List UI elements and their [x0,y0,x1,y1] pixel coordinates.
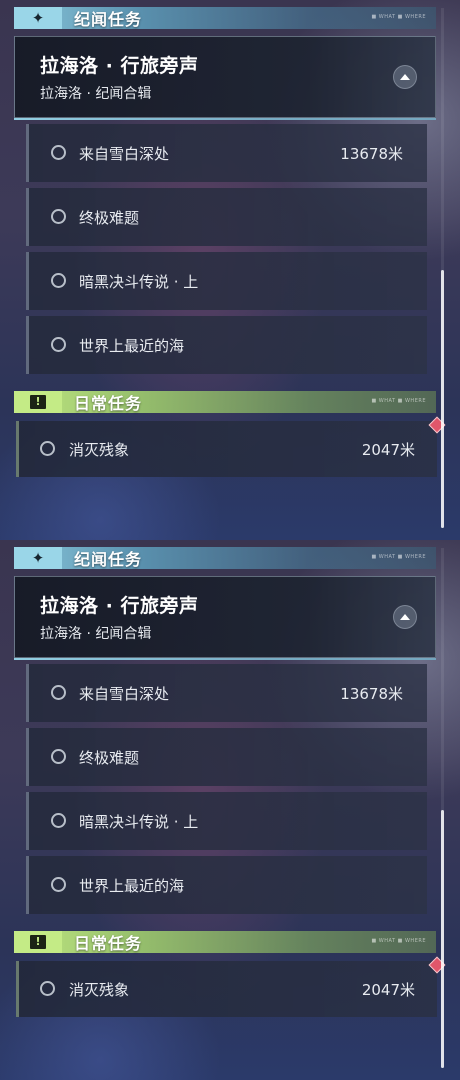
section-title: 纪闻任务 [74,550,143,569]
sub-quest-item[interactable]: 世界上最近的海 [26,856,427,914]
objective-circle-icon [51,209,66,224]
section-tag: ■ WHAT ■ WHERE [371,14,426,20]
section-tag: ■ WHAT ■ WHERE [371,398,426,404]
sub-quest-item[interactable]: 暗黑决斗传说 · 上 [26,792,427,850]
quest-tracker-panel: ✦ 纪闻任务 ■ WHAT ■ WHERE 拉海洛 · 行旅旁声 拉海洛 · 纪… [0,540,460,1080]
sub-quest-item[interactable]: 世界上最近的海 [26,316,427,374]
daily-quest-section-header[interactable]: ! 日常任务 ■ WHAT ■ WHERE [14,391,436,413]
sub-quest-item[interactable]: 终极难题 [26,188,427,246]
quest-card[interactable]: 拉海洛 · 行旅旁声 拉海洛 · 纪闻合辑 [14,36,436,120]
section-tag: ■ WHAT ■ WHERE [371,938,426,944]
sub-quest-item[interactable]: 终极难题 [26,728,427,786]
section-title: 日常任务 [74,934,143,953]
objective-circle-icon [51,337,66,352]
sub-quest-list: 来自雪白深处 13678米 终极难题 暗黑决斗传说 · 上 世界上最近的海 [26,664,427,920]
objective-circle-icon [51,813,66,828]
daily-quest-distance: 2047米 [361,981,415,999]
quest-title: 拉海洛 · 行旅旁声 [40,595,199,617]
objective-circle-icon [51,273,66,288]
chevron-up-icon [400,614,410,620]
sub-quest-label: 终极难题 [79,209,140,227]
quest-subtitle: 拉海洛 · 纪闻合辑 [40,86,152,102]
section-title: 纪闻任务 [74,10,143,29]
sub-quest-item[interactable]: 暗黑决斗传说 · 上 [26,252,427,310]
sub-quest-label: 世界上最近的海 [79,337,185,355]
sub-quest-label: 暗黑决斗传说 · 上 [79,273,199,291]
daily-quest-label: 消灭残象 [69,441,130,459]
quest-subtitle: 拉海洛 · 纪闻合辑 [40,626,152,642]
objective-circle-icon [51,685,66,700]
objective-circle-icon [51,145,66,160]
section-tag: ■ WHAT ■ WHERE [371,554,426,560]
scrollbar-thumb[interactable] [441,270,444,528]
sub-quest-label: 终极难题 [79,749,140,767]
quest-card[interactable]: 拉海洛 · 行旅旁声 拉海洛 · 纪闻合辑 [14,576,436,660]
quest-title: 拉海洛 · 行旅旁声 [40,55,199,77]
objective-circle-icon [51,877,66,892]
objective-circle-icon [40,441,55,456]
daily-quest-section-header[interactable]: ! 日常任务 ■ WHAT ■ WHERE [14,931,436,953]
sub-quest-distance: 13678米 [340,685,403,703]
exclamation-icon: ! [14,931,62,953]
sub-quest-label: 世界上最近的海 [79,877,185,895]
objective-circle-icon [40,981,55,996]
objective-circle-icon [51,749,66,764]
daily-quest-item[interactable]: 消灭残象 2047米 [16,416,446,477]
sub-quest-item[interactable]: 来自雪白深处 13678米 [26,124,427,182]
section-title: 日常任务 [74,394,143,413]
daily-quest-item[interactable]: 消灭残象 2047米 [16,956,446,1017]
daily-quest-distance: 2047米 [361,441,415,459]
exclamation-glyph: ! [30,935,46,949]
collapse-button[interactable] [393,605,417,629]
sub-quest-label: 来自雪白深处 [79,145,170,163]
exclamation-glyph: ! [30,395,46,409]
scrollbar[interactable] [441,8,444,528]
scrollbar[interactable] [441,548,444,1068]
sub-quest-list: 来自雪白深处 13678米 终极难题 暗黑决斗传说 · 上 世界上最近的海 [26,124,427,380]
sparkle-star-icon: ✦ [14,7,62,29]
exclamation-icon: ! [14,391,62,413]
scrollbar-thumb[interactable] [441,810,444,1068]
sub-quest-label: 来自雪白深处 [79,685,170,703]
quest-tracker-panel: ✦ 纪闻任务 ■ WHAT ■ WHERE 拉海洛 · 行旅旁声 拉海洛 · 纪… [0,0,460,540]
sub-quest-label: 暗黑决斗传说 · 上 [79,813,199,831]
story-quest-section-header[interactable]: ✦ 纪闻任务 ■ WHAT ■ WHERE [14,547,436,569]
sub-quest-distance: 13678米 [340,145,403,163]
chevron-up-icon [400,74,410,80]
story-quest-section-header[interactable]: ✦ 纪闻任务 ■ WHAT ■ WHERE [14,7,436,29]
collapse-button[interactable] [393,65,417,89]
sparkle-star-icon: ✦ [14,547,62,569]
sub-quest-item[interactable]: 来自雪白深处 13678米 [26,664,427,722]
daily-quest-label: 消灭残象 [69,981,130,999]
